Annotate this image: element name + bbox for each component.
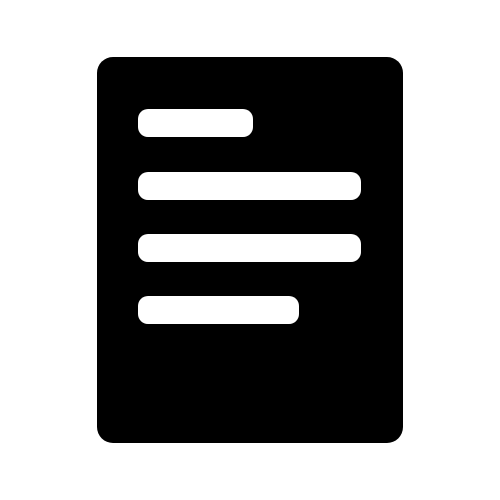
canvas [0, 0, 500, 500]
text-line-3 [138, 234, 361, 262]
text-line-4 [138, 296, 299, 324]
document-icon [0, 0, 500, 500]
document-icon-svg [97, 57, 403, 443]
text-line-2 [138, 172, 361, 200]
text-line-1 [138, 109, 253, 137]
